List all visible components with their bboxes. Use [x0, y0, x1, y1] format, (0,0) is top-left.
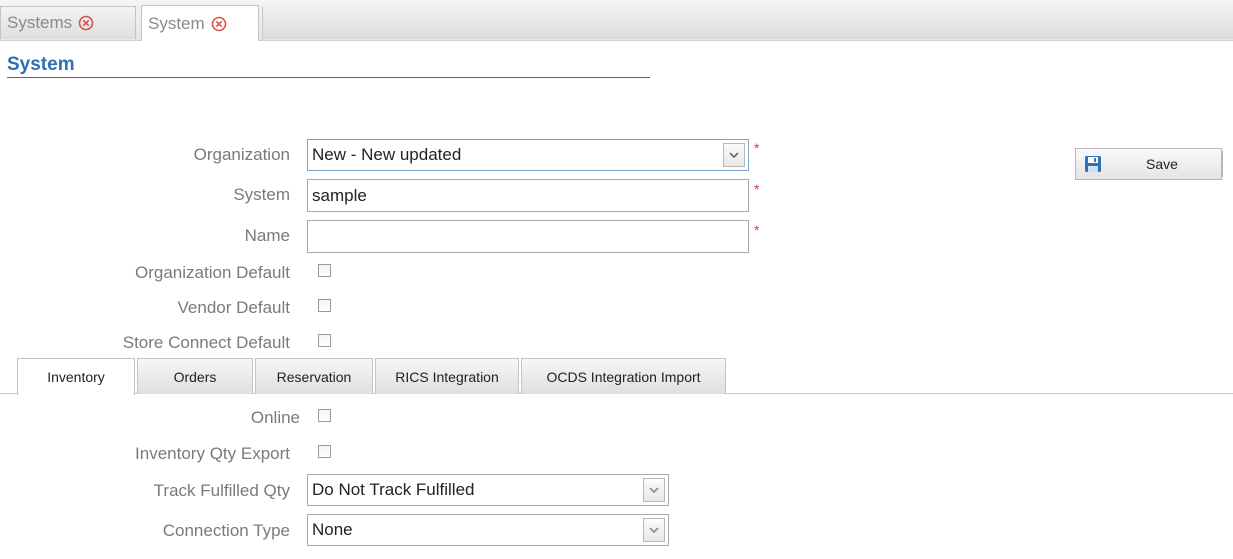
tab-orders[interactable]: Orders [137, 358, 253, 394]
connection-type-select[interactable]: None [307, 514, 669, 546]
inventory-qty-export-label: Inventory Qty Export [135, 444, 290, 463]
online-label: Online [250, 408, 300, 427]
name-label: Name [244, 226, 290, 245]
tab-systems[interactable]: Systems [0, 6, 136, 39]
floppy-disk-icon [1084, 155, 1102, 178]
store-connect-default-checkbox[interactable] [318, 334, 331, 347]
organization-select[interactable]: New - New updated [307, 139, 749, 171]
chevron-down-icon[interactable] [723, 143, 745, 167]
system-label: System [233, 185, 290, 204]
tab-strip-filler [262, 6, 1233, 39]
tab-systems-label: Systems [7, 13, 73, 32]
chevron-down-icon[interactable] [643, 478, 665, 502]
vendor-default-label: Vendor Default [177, 298, 290, 317]
organization-label: Organization [193, 145, 290, 164]
vendor-default-checkbox[interactable] [318, 299, 331, 312]
store-connect-default-label: Store Connect Default [122, 333, 290, 352]
tab-system-label: System [148, 13, 205, 33]
required-marker: * [754, 140, 760, 156]
chevron-down-icon[interactable] [643, 518, 665, 542]
required-marker: * [754, 181, 760, 197]
page-title: System [7, 54, 75, 75]
tab-reservation[interactable]: Reservation [255, 358, 373, 394]
track-fulfilled-select[interactable]: Do Not Track Fulfilled [307, 474, 669, 506]
system-value: sample [312, 185, 367, 205]
window-tab-strip: Systems System [0, 0, 1233, 41]
tab-system[interactable]: System [141, 5, 259, 41]
online-checkbox[interactable] [318, 409, 331, 422]
required-marker: * [754, 222, 760, 238]
track-fulfilled-label: Track Fulfilled Qty [153, 481, 290, 500]
inventory-qty-export-checkbox[interactable] [318, 445, 331, 458]
system-input[interactable]: sample [307, 179, 749, 212]
tab-ocds-integration-import[interactable]: OCDS Integration Import [521, 358, 726, 394]
organization-value: New - New updated [312, 145, 462, 164]
save-label: Save [1146, 156, 1178, 172]
save-button[interactable]: Save [1075, 148, 1223, 180]
track-fulfilled-value: Do Not Track Fulfilled [312, 480, 475, 499]
close-circle-icon[interactable] [78, 15, 94, 31]
tab-rics-integration[interactable]: RICS Integration [375, 358, 519, 394]
connection-type-value: None [312, 520, 353, 539]
tab-inventory[interactable]: Inventory [17, 358, 135, 395]
name-input[interactable] [307, 220, 749, 253]
connection-type-label: Connection Type [162, 521, 290, 540]
close-circle-icon[interactable] [211, 16, 227, 32]
toolbar-separator [1222, 151, 1223, 177]
title-underline [7, 77, 650, 78]
organization-default-checkbox[interactable] [318, 264, 331, 277]
organization-default-label: Organization Default [135, 263, 290, 282]
